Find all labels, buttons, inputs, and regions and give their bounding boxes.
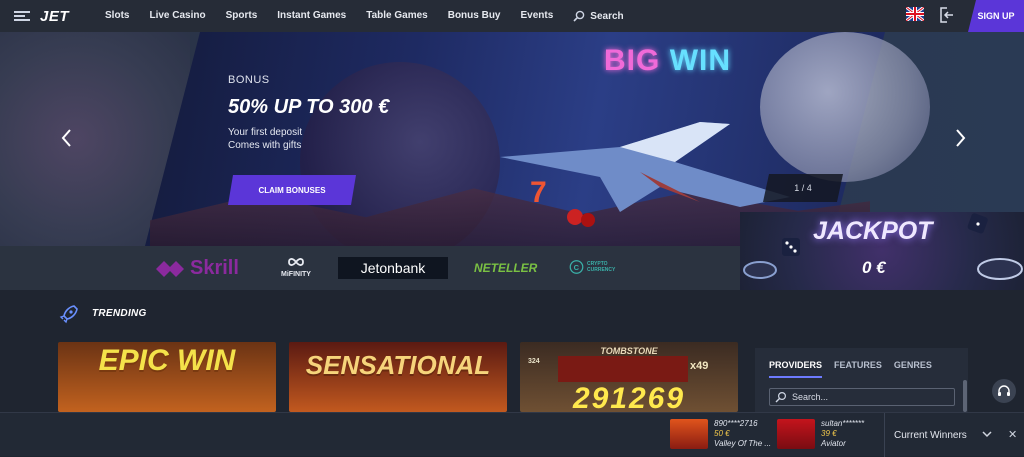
search-button[interactable]: Search bbox=[573, 10, 624, 22]
chevron-down-icon[interactable] bbox=[982, 430, 992, 438]
nav-bonus-buy[interactable]: Bonus Buy bbox=[448, 10, 501, 22]
mifinity-logo: MiFINITY bbox=[276, 255, 316, 278]
chevron-right-icon[interactable] bbox=[955, 128, 967, 148]
nav-table-games[interactable]: Table Games bbox=[366, 10, 428, 22]
tab-features[interactable]: FEATURES bbox=[834, 360, 882, 378]
neteller-logo: NETELLER bbox=[474, 261, 538, 275]
current-winners-label[interactable]: Current Winners bbox=[894, 430, 967, 441]
infinity-icon bbox=[288, 258, 304, 266]
login-icon[interactable] bbox=[938, 6, 956, 24]
logo[interactable]: JET bbox=[40, 8, 69, 25]
main-nav: Slots Live Casino Sports Instant Games T… bbox=[105, 10, 624, 22]
top-navigation-bar: JET Slots Live Casino Sports Instant Gam… bbox=[0, 0, 1024, 32]
search-icon bbox=[775, 391, 787, 403]
nav-sports[interactable]: Sports bbox=[226, 10, 258, 22]
jackpot-title: JACKPOT bbox=[813, 217, 933, 245]
jetonbank-logo: Jetonbank bbox=[338, 257, 448, 279]
game-title: SENSATIONAL bbox=[305, 350, 491, 380]
nav-events[interactable]: Events bbox=[521, 10, 554, 22]
casino-chip-icon bbox=[743, 261, 777, 279]
crypto-currency-logo: C CRYPTO CURRENCY bbox=[569, 258, 629, 276]
providers-tabs: PROVIDERS FEATURES GENRES bbox=[769, 360, 932, 378]
winner-card[interactable]: 890****2716 50 € Valley Of The ... bbox=[670, 419, 771, 451]
search-label: Search bbox=[590, 10, 624, 22]
game-card-tombstone[interactable]: TOMBSTONE 324 x49 291269 bbox=[520, 342, 738, 412]
claim-bonuses-button[interactable]: CLAIM BONUSES bbox=[228, 175, 356, 205]
jackpot-widget[interactable]: JACKPOT 0 € bbox=[740, 212, 1024, 290]
skrill-text: Skrill bbox=[190, 257, 239, 279]
trending-title: TRENDING bbox=[92, 308, 147, 319]
panel-scrollbar[interactable] bbox=[963, 380, 967, 412]
big-word: BIG bbox=[604, 44, 661, 77]
headset-icon bbox=[998, 385, 1010, 396]
bonus-subtitle-line2: Comes with gifts bbox=[228, 140, 302, 151]
win-word: WIN bbox=[669, 44, 732, 77]
game-card-sensational[interactable]: SENSATIONAL bbox=[289, 342, 507, 412]
casino-chip-icon bbox=[977, 258, 1023, 280]
bonus-label: BONUS bbox=[228, 74, 270, 86]
sign-up-button[interactable]: SIGN UP bbox=[968, 0, 1024, 32]
current-winners-bar: 890****2716 50 € Valley Of The ... sulta… bbox=[0, 412, 1024, 457]
slot-reels bbox=[558, 356, 688, 382]
winner-amount: 50 € bbox=[714, 429, 730, 438]
divider bbox=[884, 413, 885, 457]
skrill-logo: Skrill bbox=[156, 257, 239, 280]
mifinity-text: MiFINITY bbox=[281, 271, 311, 278]
search-icon bbox=[573, 10, 585, 22]
support-chat-button[interactable] bbox=[992, 379, 1016, 403]
close-icon[interactable]: ✕ bbox=[1008, 428, 1017, 441]
crypto-currency-text: CRYPTO CURRENCY bbox=[587, 261, 616, 273]
svg-text:7: 7 bbox=[530, 176, 547, 209]
uk-flag-icon[interactable] bbox=[906, 7, 924, 21]
menu-icon[interactable] bbox=[14, 11, 30, 21]
winner-game: Aviator bbox=[821, 439, 846, 448]
big-win-neon: BIG WIN bbox=[604, 44, 731, 78]
dice-icon bbox=[782, 238, 800, 256]
nav-live-casino[interactable]: Live Casino bbox=[149, 10, 205, 22]
game-title: TOMBSTONE bbox=[600, 346, 658, 356]
game-card-epic-win[interactable]: EPIC WIN bbox=[58, 342, 276, 412]
winner-game: Valley Of The ... bbox=[714, 439, 772, 448]
svg-text:C: C bbox=[574, 263, 580, 272]
winner-card[interactable]: sultan******* 39 € Aviator bbox=[777, 419, 864, 451]
win-amount: 291269 bbox=[572, 382, 686, 412]
rocket-icon bbox=[59, 305, 78, 324]
bonus-subtitle: Your first deposit Comes with gifts bbox=[228, 126, 368, 152]
winner-user: 890****2716 bbox=[714, 419, 758, 428]
winner-info: 890****2716 50 € Valley Of The ... bbox=[714, 419, 771, 451]
bonus-subtitle-line1: Your first deposit bbox=[228, 127, 303, 138]
payment-methods-strip: Skrill MiFINITY Jetonbank NETELLER C CRY… bbox=[0, 246, 740, 290]
multiplier-badge: x49 bbox=[690, 360, 709, 372]
game-side-number: 324 bbox=[528, 358, 540, 365]
dice-icon bbox=[967, 213, 988, 234]
game-thumbnail bbox=[670, 419, 708, 449]
crypto-coin-icon: C bbox=[569, 260, 584, 274]
skrill-mark-icon bbox=[156, 260, 184, 277]
bonus-title: 50% UP TO 300 € bbox=[228, 96, 390, 118]
game-title: EPIC WIN bbox=[98, 344, 236, 377]
chevron-left-icon[interactable] bbox=[60, 128, 72, 148]
jackpot-value: 0 € bbox=[862, 258, 886, 277]
providers-search-placeholder: Search... bbox=[792, 392, 829, 402]
tab-providers[interactable]: PROVIDERS bbox=[769, 360, 823, 378]
game-thumbnail bbox=[777, 419, 815, 449]
winner-amount: 39 € bbox=[821, 429, 837, 438]
nav-slots[interactable]: Slots bbox=[105, 10, 129, 22]
slide-pager: 1 / 4 bbox=[763, 174, 843, 202]
providers-panel: PROVIDERS FEATURES GENRES Search... bbox=[755, 348, 968, 412]
providers-search-input[interactable]: Search... bbox=[769, 388, 955, 406]
tab-genres[interactable]: GENRES bbox=[894, 360, 932, 378]
nav-instant-games[interactable]: Instant Games bbox=[277, 10, 346, 22]
winner-info: sultan******* 39 € Aviator bbox=[821, 419, 864, 451]
winner-user: sultan******* bbox=[821, 419, 865, 428]
